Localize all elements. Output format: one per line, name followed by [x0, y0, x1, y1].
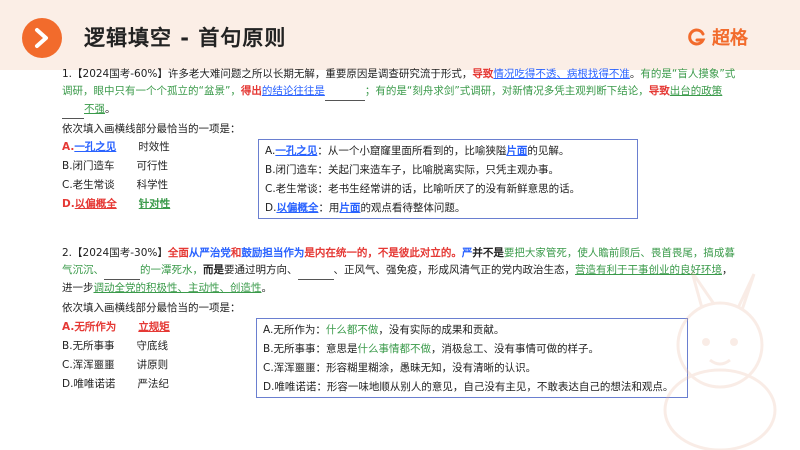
stem-keyword: 导致: [648, 85, 670, 97]
definition-item: B.闭门造车：关起门来造车子，比喻脱离实际，只凭主观办事。: [265, 164, 560, 176]
stem-text: 许多老大难问题之所以长期无解，重要原因是调查研究流于形式，: [167, 68, 473, 80]
stem-highlight: 的结论往往是: [261, 85, 325, 97]
option-b[interactable]: B.闭门造车 可行性: [62, 157, 170, 176]
option-c[interactable]: C.浑浑噩噩 讲原则: [62, 356, 170, 375]
question-1-stem: 1.【2024国考-60%】许多老大难问题之所以长期无解，重要原因是调查研究流于…: [62, 66, 742, 119]
brand-logo: 超格: [688, 24, 748, 50]
definitions-box: A.无所作为：什么都不做，没有实际的成果和贡献。 B.无所事事：意思是什么事情都…: [256, 318, 688, 398]
answer-blank: [104, 262, 140, 280]
answer-blank: [324, 83, 365, 101]
stem-highlight: 出台的政策: [669, 85, 723, 97]
definition-item: B.无所事事：意思是什么事情都不做，消极怠工、没有事情可做的样子。: [263, 343, 600, 355]
mascot-watermark-icon: [663, 271, 777, 450]
option-d[interactable]: D.以偏概全 针对性: [62, 195, 170, 214]
option-a[interactable]: A.一孔之见 时效性: [62, 138, 170, 157]
stem-highlight: 情况吃得不透、病根找得不准: [493, 68, 630, 80]
option-b[interactable]: B.无所事事 守底线: [62, 337, 170, 356]
brand-name: 超格: [712, 28, 748, 49]
question-1-options: A.一孔之见 时效性 B.闭门造车 可行性 C.老生常谈 科学性 D.以偏概全 针对性: [62, 138, 170, 214]
option-c[interactable]: C.老生常谈 科学性: [62, 176, 170, 195]
definition-item: C.老生常谈：老书生经常讲的话，比喻听厌了的没有新鲜意思的话。: [265, 183, 581, 195]
question-number: 1.【2024国考-60%】: [62, 68, 168, 80]
definition-item: A.无所作为：什么都不做，没有实际的成果和贡献。: [263, 324, 505, 336]
header-bar: 逻辑填空 - 首句原则 超格: [0, 0, 800, 70]
question-2-stem: 2.【2024国考-30%】全面从严治党和鼓励担当作为是内在统一的，不是彼此对立…: [62, 247, 735, 294]
question-2-options: A.无所作为 立规矩 B.无所事事 守底线 C.浑浑噩噩 讲原则 D.唯唯诺诺 严法纪: [62, 318, 170, 394]
definition-item: C.浑浑噩噩：形容糊里糊涂，愚昧无知，没有清晰的认识。: [263, 362, 537, 374]
stem-keyword: 得出: [240, 85, 262, 97]
question-prompt: 依次填入画横线部分最恰当的一项是：: [62, 302, 241, 314]
stem-text: 。: [105, 103, 116, 115]
question-number: 2.【2024国考-30%】: [62, 247, 168, 259]
page-title: 逻辑填空 - 首句原则: [84, 26, 287, 50]
stem-text: 。: [629, 68, 641, 80]
question-prompt: 依次填入画横线部分最恰当的一项是：: [62, 123, 241, 135]
stem-keyword: 导致: [472, 68, 494, 80]
definition-item: D.以偏概全：用片面的观点看待整体问题。: [265, 202, 466, 214]
definitions-box: A.一孔之见：从一个小窟窿里面所看到的，比喻狭隘片面的见解。 B.闭门造车：关起…: [258, 139, 638, 219]
option-d[interactable]: D.唯唯诺诺 严法纪: [62, 375, 170, 394]
definition-item: A.一孔之见：从一个小窟窿里面所看到的，比喻狭隘片面的见解。: [265, 145, 570, 157]
brand-mark-icon: [688, 28, 706, 46]
stem-text: ；有的是“刻舟求剑”式调研，对新情况多凭主观判断下结论，: [364, 85, 649, 97]
answer-blank: [297, 262, 334, 280]
chevron-right-icon: [22, 18, 62, 58]
answer-blank: [62, 101, 84, 119]
option-a[interactable]: A.无所作为 立规矩: [62, 318, 170, 337]
stem-highlight: 不强: [84, 103, 105, 115]
definition-item: D.唯唯诺诺：形容一味地顺从别人的意见，自己没有主见，不敢表达自己的想法和观点。: [263, 381, 674, 393]
